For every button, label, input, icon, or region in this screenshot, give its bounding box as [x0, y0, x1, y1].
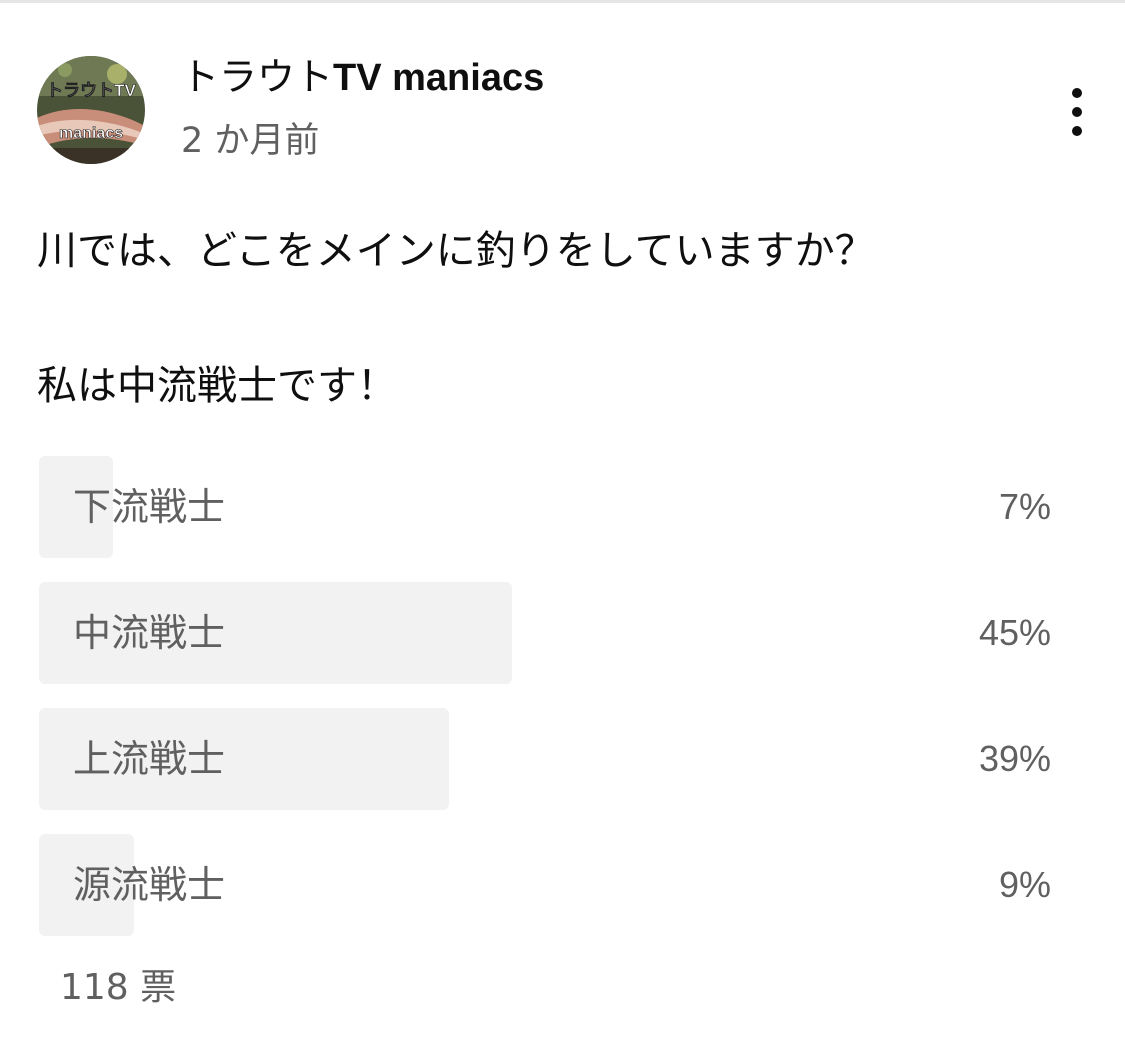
poll-option-label: 下流戦士 [73, 485, 226, 529]
poll-option[interactable]: 下流戦士 7% [39, 456, 1089, 558]
poll-option-percent: 45% [978, 612, 1051, 653]
poll-option-label: 上流戦士 [73, 737, 226, 781]
poll-option[interactable]: 源流戦士 9% [39, 834, 1089, 936]
avatar-logo-top: トラウトTV [46, 81, 136, 100]
poll-option[interactable]: 上流戦士 39% [39, 708, 1089, 810]
poll-vote-count: 118 票 [60, 967, 177, 1008]
post-text-line-2: 私は中流戦士です！ [37, 363, 397, 409]
channel-name[interactable]: トラウトTV maniacs [181, 52, 544, 103]
poll-option-percent: 39% [978, 738, 1051, 779]
channel-avatar[interactable]: トラウトTV maniacs [37, 56, 145, 164]
poll-option[interactable]: 中流戦士 45% [39, 582, 1089, 684]
channel-name-jp: トラウト [181, 55, 334, 99]
avatar-image: トラウトTV maniacs [37, 56, 145, 164]
post-timestamp: 2 か月前 [181, 121, 320, 161]
poll-option-percent: 7% [998, 486, 1051, 527]
more-vert-icon[interactable] [1054, 82, 1100, 142]
avatar-logo-bottom: maniacs [59, 125, 123, 142]
poll: 下流戦士 7% 中流戦士 45% 上流戦士 39% 源流戦士 9% [39, 456, 1089, 960]
top-divider [0, 0, 1125, 3]
poll-option-label: 中流戦士 [73, 611, 226, 655]
post-text-line-1: 川では、どこをメインに釣りをしていますか？ [37, 228, 875, 274]
poll-option-label: 源流戦士 [73, 863, 226, 907]
poll-option-percent: 9% [998, 864, 1051, 905]
channel-name-latin: TV maniacs [333, 57, 545, 99]
